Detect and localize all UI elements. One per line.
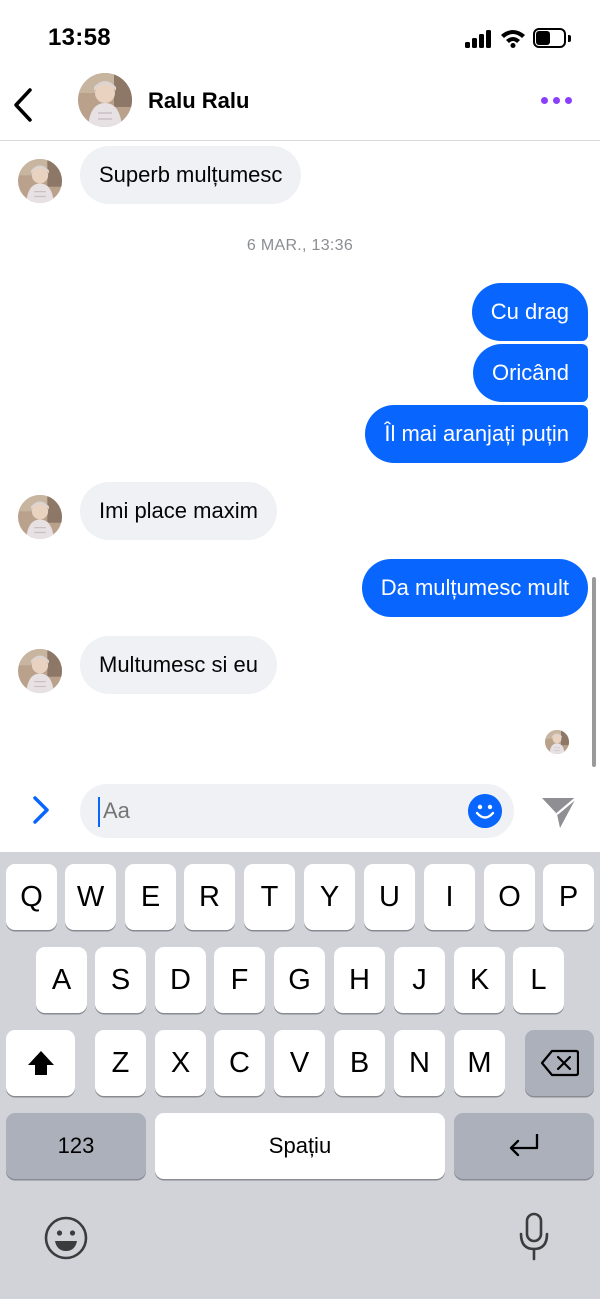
key-w[interactable]: W — [65, 864, 116, 930]
contact-avatar[interactable] — [78, 73, 132, 127]
microphone-icon[interactable] — [518, 1212, 550, 1262]
return-icon — [509, 1134, 539, 1157]
key-y[interactable]: Y — [304, 864, 355, 930]
more-dots-icon[interactable] — [536, 92, 576, 108]
conversation-header: Ralu Ralu — [0, 70, 600, 141]
on-screen-keyboard: Q W E R T Y U I O P A S D F G H J K L Z … — [0, 852, 600, 1299]
battery-icon — [533, 28, 571, 48]
key-c[interactable]: C — [214, 1030, 265, 1096]
key-r[interactable]: R — [184, 864, 235, 930]
key-j[interactable]: J — [394, 947, 445, 1013]
sender-avatar — [18, 649, 62, 693]
keyboard-emoji-icon[interactable] — [44, 1216, 88, 1260]
text-caret — [98, 797, 100, 827]
message-timestamp: 6 MAR., 13:36 — [246, 237, 354, 254]
key-a[interactable]: A — [36, 947, 87, 1013]
expand-chevron-icon[interactable] — [26, 793, 56, 827]
emoji-icon[interactable] — [468, 794, 502, 828]
key-p[interactable]: P — [543, 864, 594, 930]
outgoing-message[interactable]: Îl mai aranjați puțin — [365, 405, 588, 463]
contact-name[interactable]: Ralu Ralu — [148, 88, 249, 114]
scroll-indicator[interactable] — [592, 577, 596, 767]
key-k[interactable]: K — [454, 947, 505, 1013]
key-t[interactable]: T — [244, 864, 295, 930]
key-d[interactable]: D — [155, 947, 206, 1013]
space-key[interactable]: Spațiu — [155, 1113, 445, 1179]
key-m[interactable]: M — [454, 1030, 505, 1096]
seen-indicator-avatar — [545, 730, 569, 754]
send-icon[interactable] — [540, 795, 578, 829]
shift-icon — [27, 1051, 54, 1075]
key-i[interactable]: I — [424, 864, 475, 930]
key-f[interactable]: F — [214, 947, 265, 1013]
key-v[interactable]: V — [274, 1030, 325, 1096]
shift-key[interactable] — [6, 1030, 75, 1096]
message-input-container[interactable] — [80, 784, 514, 838]
backspace-icon — [540, 1049, 579, 1077]
message-composer — [0, 769, 600, 852]
cellular-signal-icon — [465, 30, 493, 48]
key-u[interactable]: U — [364, 864, 415, 930]
return-key[interactable] — [454, 1113, 594, 1179]
outgoing-message[interactable]: Da mulțumesc mult — [361, 559, 588, 617]
key-e[interactable]: E — [125, 864, 176, 930]
message-input[interactable] — [103, 798, 443, 824]
wifi-icon — [501, 30, 525, 48]
key-o[interactable]: O — [484, 864, 535, 930]
sender-avatar — [18, 159, 62, 203]
message-list[interactable]: Superb mulțumesc 6 MAR., 13:36 Cu drag O… — [0, 141, 600, 769]
status-bar: 13:58 — [0, 0, 600, 70]
outgoing-message[interactable]: Oricând — [472, 344, 588, 402]
key-b[interactable]: B — [334, 1030, 385, 1096]
key-s[interactable]: S — [95, 947, 146, 1013]
key-h[interactable]: H — [334, 947, 385, 1013]
outgoing-message[interactable]: Cu drag — [471, 283, 588, 341]
key-l[interactable]: L — [513, 947, 564, 1013]
key-q[interactable]: Q — [6, 864, 57, 930]
key-z[interactable]: Z — [95, 1030, 146, 1096]
incoming-message[interactable]: Superb mulțumesc — [80, 146, 302, 204]
status-time: 13:58 — [48, 24, 111, 51]
key-n[interactable]: N — [394, 1030, 445, 1096]
key-x[interactable]: X — [155, 1030, 206, 1096]
sender-avatar — [18, 495, 62, 539]
backspace-key[interactable] — [525, 1030, 594, 1096]
incoming-message[interactable]: Imi place maxim — [80, 482, 277, 540]
back-chevron-icon[interactable] — [8, 84, 42, 126]
incoming-message[interactable]: Multumesc si eu — [80, 636, 277, 694]
numbers-key[interactable]: 123 — [6, 1113, 146, 1179]
key-g[interactable]: G — [274, 947, 325, 1013]
